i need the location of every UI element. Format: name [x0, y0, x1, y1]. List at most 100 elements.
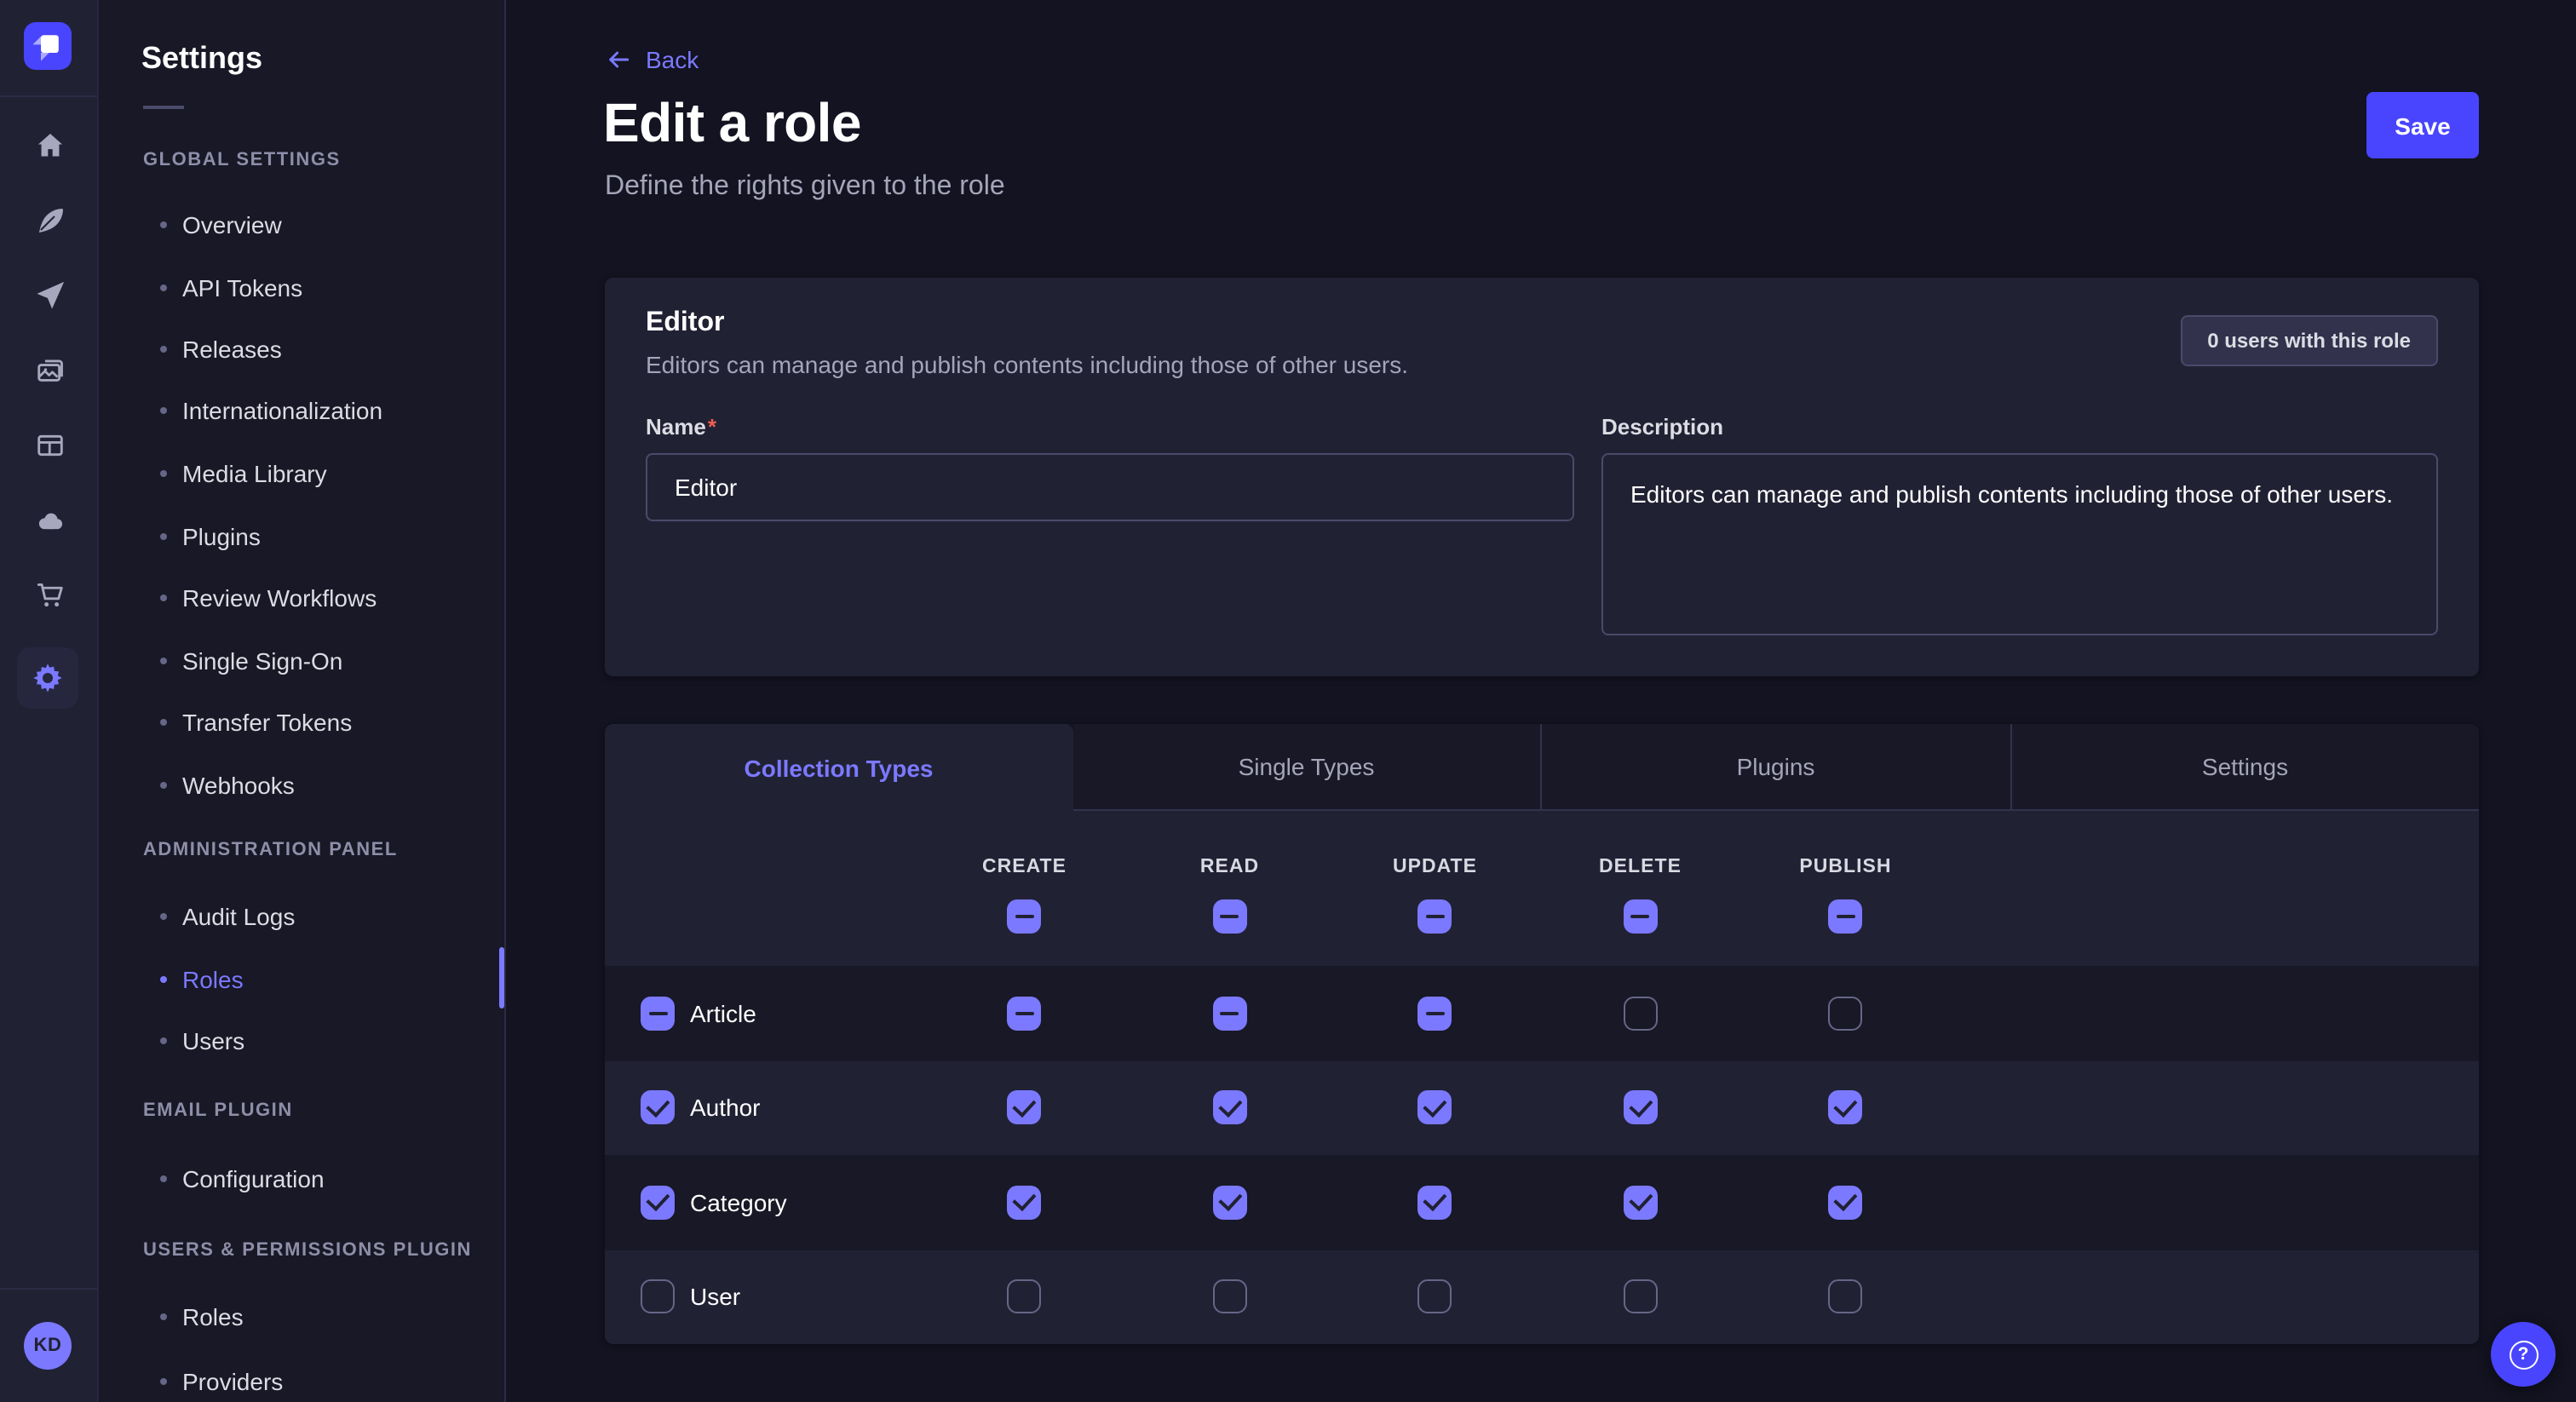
cloud-icon[interactable] [29, 499, 70, 540]
bullet-icon [160, 658, 167, 664]
back-link[interactable]: Back [605, 46, 699, 73]
sidebar-item-providers[interactable]: Providers [160, 1363, 487, 1400]
permission-checkbox-read[interactable] [1213, 1280, 1247, 1314]
bullet-icon [160, 719, 167, 726]
bullet-icon [160, 1037, 167, 1044]
users-with-role-badge[interactable]: 0 users with this role [2180, 315, 2438, 366]
row-label: Author [690, 1095, 761, 1122]
permission-checkbox-publish[interactable] [1829, 1280, 1863, 1314]
role-name-input[interactable] [646, 453, 1574, 521]
tab-single-types[interactable]: Single Types [1072, 724, 1540, 811]
section-label-global-settings: GLOBAL SETTINGS [143, 150, 341, 170]
media-icon[interactable] [29, 349, 70, 390]
tab-collection-types[interactable]: Collection Types [605, 724, 1072, 811]
table-row-article: Article [605, 966, 2479, 1060]
row-select-checkbox[interactable] [641, 997, 675, 1031]
column-header-delete: DELETE [1538, 857, 1743, 877]
arrow-left-icon [605, 46, 632, 73]
subnav-title: Settings [141, 41, 262, 77]
bullet-icon [160, 284, 167, 291]
page-subtitle: Define the rights given to the role [605, 172, 1005, 203]
permission-checkbox-create[interactable] [1008, 1280, 1042, 1314]
sidebar-item-releases[interactable]: Releases [160, 330, 487, 368]
column-labels-row: CREATE READ UPDATE DELETE PUBLISH [605, 857, 2479, 877]
sidebar-item-audit-logs[interactable]: Audit Logs [160, 898, 487, 935]
section-label-users-permissions-plugin: USERS & PERMISSIONS PLUGIN [143, 1240, 472, 1261]
tab-settings[interactable]: Settings [2010, 724, 2479, 811]
permission-checkbox-publish[interactable] [1829, 1091, 1863, 1125]
column-header-publish: PUBLISH [1743, 857, 1948, 877]
sidebar-item-internationalization[interactable]: Internationalization [160, 392, 487, 429]
save-button[interactable]: Save [2366, 92, 2479, 158]
sidebar-item-roles[interactable]: Roles [160, 961, 487, 998]
role-details-card: Editor Editors can manage and publish co… [605, 278, 2479, 676]
permission-checkbox-read[interactable] [1213, 997, 1247, 1031]
row-label: User [690, 1284, 740, 1311]
table-row-author: Author [605, 1060, 2479, 1155]
permission-checkbox-publish[interactable] [1829, 1186, 1863, 1220]
permission-checkbox-create[interactable] [1008, 1186, 1042, 1220]
sidebar-item-webhooks[interactable]: Webhooks [160, 767, 487, 804]
select-all-checkbox[interactable] [1418, 899, 1452, 934]
sidebar-item-configuration[interactable]: Configuration [160, 1160, 487, 1198]
sidebar-item-api-tokens[interactable]: API Tokens [160, 269, 487, 307]
select-all-checkbox[interactable] [1624, 899, 1658, 934]
settings-subnav: Settings GLOBAL SETTINGS Overview API To… [97, 0, 506, 1402]
bullet-icon [160, 221, 167, 228]
permission-checkbox-update[interactable] [1418, 997, 1452, 1031]
permission-checkbox-delete[interactable] [1624, 1280, 1658, 1314]
bullet-icon [160, 1313, 167, 1320]
bullet-icon [160, 976, 167, 983]
permission-checkbox-create[interactable] [1008, 997, 1042, 1031]
sidebar-item-overview[interactable]: Overview [160, 206, 487, 244]
sidebar-item-up-roles[interactable]: Roles [160, 1298, 487, 1336]
row-select-checkbox[interactable] [641, 1280, 675, 1314]
permission-checkbox-read[interactable] [1213, 1186, 1247, 1220]
permission-checkbox-publish[interactable] [1829, 997, 1863, 1031]
permission-checkbox-update[interactable] [1418, 1091, 1452, 1125]
permission-checkbox-delete[interactable] [1624, 1186, 1658, 1220]
bullet-icon [160, 470, 167, 477]
role-description-textarea[interactable]: Editors can manage and publish contents … [1601, 453, 2438, 635]
row-select-checkbox[interactable] [641, 1091, 675, 1125]
permission-checkbox-delete[interactable] [1624, 997, 1658, 1031]
tab-plugins[interactable]: Plugins [1540, 724, 2010, 811]
bullet-icon [160, 407, 167, 414]
select-all-checkbox[interactable] [1008, 899, 1042, 934]
sidebar-item-single-sign-on[interactable]: Single Sign-On [160, 642, 487, 680]
help-button[interactable]: ? [2491, 1322, 2556, 1387]
title-divider [143, 106, 184, 109]
avatar[interactable]: KD [24, 1322, 72, 1370]
permission-checkbox-read[interactable] [1213, 1091, 1247, 1125]
permissions-section: Collection Types Single Types Plugins Se… [605, 724, 2479, 1344]
active-item-indicator [499, 947, 504, 1008]
strapi-logo[interactable] [24, 22, 72, 70]
table-row-category: Category [605, 1155, 2479, 1250]
sidebar-item-plugins[interactable]: Plugins [160, 518, 487, 555]
paper-plane-icon[interactable] [29, 274, 70, 315]
permission-checkbox-delete[interactable] [1624, 1091, 1658, 1125]
row-select-checkbox[interactable] [641, 1186, 675, 1220]
select-all-checkbox[interactable] [1829, 899, 1863, 934]
row-label: Article [690, 1000, 756, 1027]
permission-checkbox-update[interactable] [1418, 1186, 1452, 1220]
permissions-rows: Article Author [605, 966, 2479, 1344]
sidebar-item-media-library[interactable]: Media Library [160, 455, 487, 492]
role-title: Editor [646, 308, 724, 339]
table-row-user: User [605, 1250, 2479, 1344]
select-all-checkbox[interactable] [1213, 899, 1247, 934]
sidebar-item-transfer-tokens[interactable]: Transfer Tokens [160, 704, 487, 741]
cart-icon[interactable] [29, 574, 70, 615]
permission-checkbox-create[interactable] [1008, 1091, 1042, 1125]
bullet-icon [160, 913, 167, 920]
layout-icon[interactable] [29, 424, 70, 465]
permission-checkbox-update[interactable] [1418, 1280, 1452, 1314]
sidebar-item-review-workflows[interactable]: Review Workflows [160, 579, 487, 617]
pen-icon[interactable] [29, 199, 70, 240]
strapi-admin: KD Settings GLOBAL SETTINGS Overview API… [0, 0, 2576, 1402]
home-icon[interactable] [29, 124, 70, 165]
gear-icon[interactable] [17, 647, 78, 709]
sidebar-item-users[interactable]: Users [160, 1022, 487, 1060]
column-header-update: UPDATE [1332, 857, 1538, 877]
required-mark: * [708, 414, 716, 440]
